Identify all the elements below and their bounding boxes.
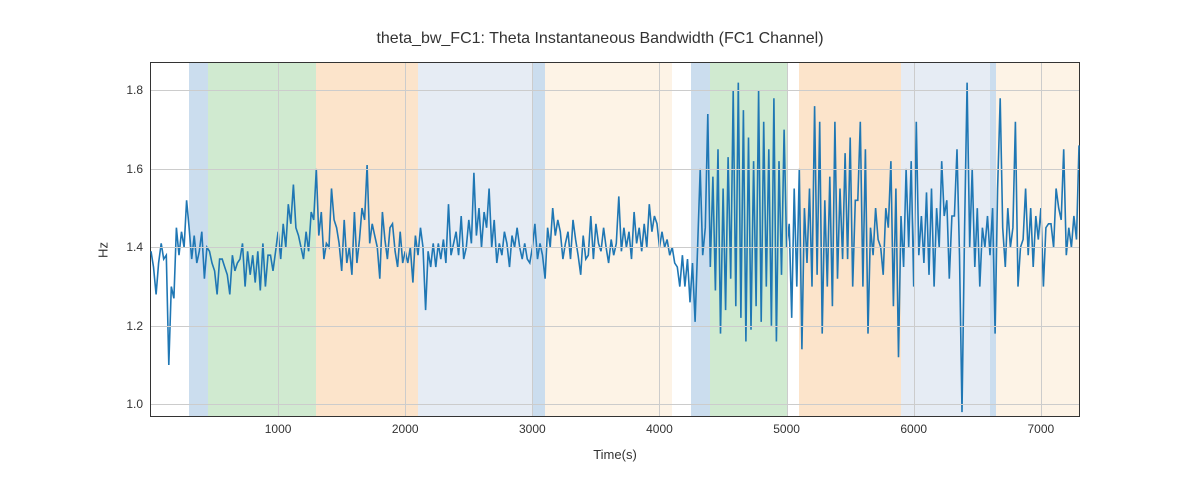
line-series: [151, 63, 1079, 416]
y-axis-label: Hz: [95, 242, 110, 258]
plot-area: 1.01.21.41.61.81000200030004000500060007…: [150, 62, 1080, 417]
x-tick-label: 7000: [1028, 422, 1055, 436]
x-tick-label: 5000: [773, 422, 800, 436]
gridline: [151, 90, 1079, 91]
y-tick-label: 1.2: [126, 319, 143, 333]
x-tick-label: 6000: [900, 422, 927, 436]
y-tick-label: 1.8: [126, 83, 143, 97]
gridline: [278, 63, 279, 416]
chart-title: theta_bw_FC1: Theta Instantaneous Bandwi…: [0, 30, 1200, 48]
gridline: [1041, 63, 1042, 416]
gridline: [151, 404, 1079, 405]
x-tick-label: 1000: [265, 422, 292, 436]
gridline: [151, 247, 1079, 248]
x-tick-label: 2000: [392, 422, 419, 436]
x-axis-label: Time(s): [150, 447, 1080, 462]
figure: theta_bw_FC1: Theta Instantaneous Bandwi…: [0, 0, 1200, 500]
gridline: [914, 63, 915, 416]
y-tick-label: 1.4: [126, 240, 143, 254]
y-tick-label: 1.6: [126, 162, 143, 176]
gridline: [151, 169, 1079, 170]
gridline: [532, 63, 533, 416]
x-tick-label: 3000: [519, 422, 546, 436]
gridline: [659, 63, 660, 416]
x-tick-label: 4000: [646, 422, 673, 436]
gridline: [787, 63, 788, 416]
gridline: [405, 63, 406, 416]
gridline: [151, 326, 1079, 327]
y-tick-label: 1.0: [126, 397, 143, 411]
